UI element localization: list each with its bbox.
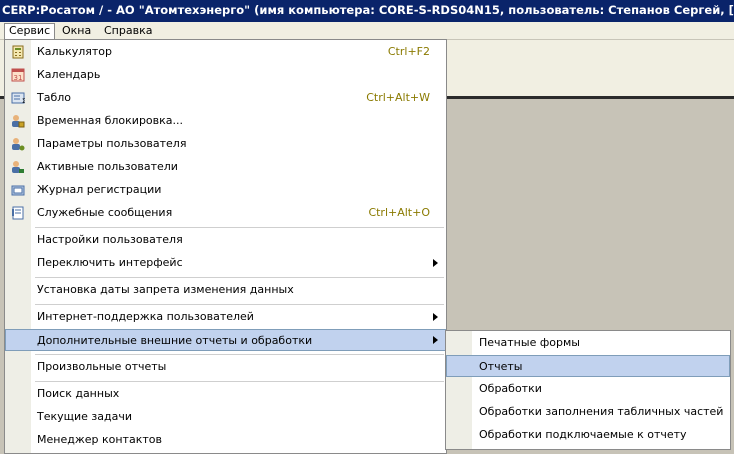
- menu-item-user-params[interactable]: Параметры пользователя: [5, 133, 446, 155]
- user-lock-icon: [12, 115, 25, 128]
- menu-item-data-search[interactable]: Поиск данных: [5, 383, 446, 405]
- menu-item-label: Табло: [37, 91, 72, 104]
- menu-item-label: Интернет-поддержка пользователей: [37, 310, 254, 323]
- menu-item-label: Активные пользователи: [37, 160, 178, 173]
- calculator-icon: [12, 45, 24, 59]
- menu-separator: [35, 381, 444, 382]
- window-title: CERP:Росатом / - АО "Атомтехэнерго" (имя…: [2, 3, 734, 17]
- submenu-arrow-icon: [433, 259, 438, 267]
- menu-item-calculator[interactable]: Калькулятор Ctrl+F2: [5, 41, 446, 63]
- menu-item-service-messages[interactable]: Служебные сообщения Ctrl+Alt+O: [5, 202, 446, 224]
- menu-separator: [35, 354, 444, 355]
- menu-service-label: Сервис: [9, 24, 51, 37]
- menu-item-calendar[interactable]: 31 Календарь: [5, 64, 446, 86]
- submenu-item-label: Обработки: [479, 382, 542, 395]
- menu-item-shortcut: Ctrl+Alt+W: [366, 91, 430, 104]
- menu-item-label: Параметры пользователя: [37, 137, 187, 150]
- menu-item-label: Настройки пользователя: [37, 233, 183, 246]
- menu-item-current-tasks[interactable]: Текущие задачи: [5, 406, 446, 428]
- menu-item-temp-lock[interactable]: Временная блокировка...: [5, 110, 446, 132]
- menu-item-label: Календарь: [37, 68, 101, 81]
- submenu-item-report-processing[interactable]: Обработки подключаемые к отчету: [446, 424, 730, 446]
- menu-item-label: Установка даты запрета изменения данных: [37, 283, 294, 296]
- menu-item-label: Текущие задачи: [37, 410, 132, 423]
- menu-help[interactable]: Справка: [100, 23, 156, 39]
- menu-separator: [35, 227, 444, 228]
- submenu-item-label: Обработки заполнения табличных частей: [479, 405, 724, 418]
- menu-help-label: Справка: [104, 24, 153, 37]
- window-title-bar[interactable]: CERP:Росатом / - АО "Атомтехэнерго" (имя…: [0, 0, 734, 22]
- svg-text:Σ: Σ: [22, 98, 25, 105]
- submenu-item-print-forms[interactable]: Печатные формы: [446, 332, 730, 354]
- service-dropdown: Калькулятор Ctrl+F2 31 Календарь Σ Табло…: [4, 39, 447, 454]
- submenu-item-reports[interactable]: Отчеты: [446, 355, 730, 377]
- menu-item-custom-reports[interactable]: Произвольные отчеты: [5, 356, 446, 378]
- messages-icon: [12, 206, 24, 220]
- submenu-item-label: Обработки подключаемые к отчету: [479, 428, 687, 441]
- user-settings-icon: [12, 138, 25, 151]
- menu-item-label: Переключить интерфейс: [37, 256, 183, 269]
- calendar-icon: 31: [11, 68, 25, 82]
- menu-item-label: Калькулятор: [37, 45, 112, 58]
- submenu-item-table-fill-processing[interactable]: Обработки заполнения табличных частей: [446, 401, 730, 423]
- menu-separator: [35, 277, 444, 278]
- submenu-item-label: Отчеты: [479, 360, 523, 373]
- submenu-arrow-icon: [433, 313, 438, 321]
- menu-item-active-users[interactable]: Активные пользователи: [5, 156, 446, 178]
- submenu-item-label: Печатные формы: [479, 336, 580, 349]
- menu-item-label: Поиск данных: [37, 387, 120, 400]
- svg-text:31: 31: [14, 74, 23, 82]
- menu-item-lock-date[interactable]: Установка даты запрета изменения данных: [5, 279, 446, 301]
- menu-item-label: Произвольные отчеты: [37, 360, 167, 373]
- menu-service[interactable]: Сервис: [4, 23, 56, 40]
- submenu-item-processing[interactable]: Обработки: [446, 378, 730, 400]
- menu-item-contact-manager[interactable]: Менеджер контактов: [5, 429, 446, 451]
- menu-item-external-reports[interactable]: Дополнительные внешние отчеты и обработк…: [5, 329, 446, 351]
- menu-item-scoreboard[interactable]: Σ Табло Ctrl+Alt+W: [5, 87, 446, 109]
- menu-item-label: Журнал регистрации: [37, 183, 162, 196]
- menu-item-label: Служебные сообщения: [37, 206, 173, 219]
- menu-windows[interactable]: Окна: [58, 23, 95, 39]
- menu-separator: [35, 304, 444, 305]
- menu-item-user-settings[interactable]: Настройки пользователя: [5, 229, 446, 251]
- menu-item-log[interactable]: Журнал регистрации: [5, 179, 446, 201]
- menu-item-switch-interface[interactable]: Переключить интерфейс: [5, 252, 446, 274]
- menu-item-internet-support[interactable]: Интернет-поддержка пользователей: [5, 306, 446, 328]
- menu-item-shortcut: Ctrl+Alt+O: [368, 206, 430, 219]
- menu-item-label: Дополнительные внешние отчеты и обработк…: [37, 334, 313, 347]
- scoreboard-icon: Σ: [11, 92, 25, 105]
- active-users-icon: [12, 161, 24, 173]
- menu-item-label: Временная блокировка...: [37, 114, 184, 127]
- submenu-arrow-icon: [433, 336, 438, 344]
- menu-item-shortcut: Ctrl+F2: [387, 45, 430, 58]
- menu-windows-label: Окна: [62, 24, 92, 37]
- log-icon: [11, 185, 25, 196]
- external-reports-submenu: Печатные формы Отчеты Обработки Обработк…: [445, 330, 731, 450]
- menu-item-label: Менеджер контактов: [37, 433, 162, 446]
- menu-bar: Сервис Окна Справка: [0, 22, 734, 40]
